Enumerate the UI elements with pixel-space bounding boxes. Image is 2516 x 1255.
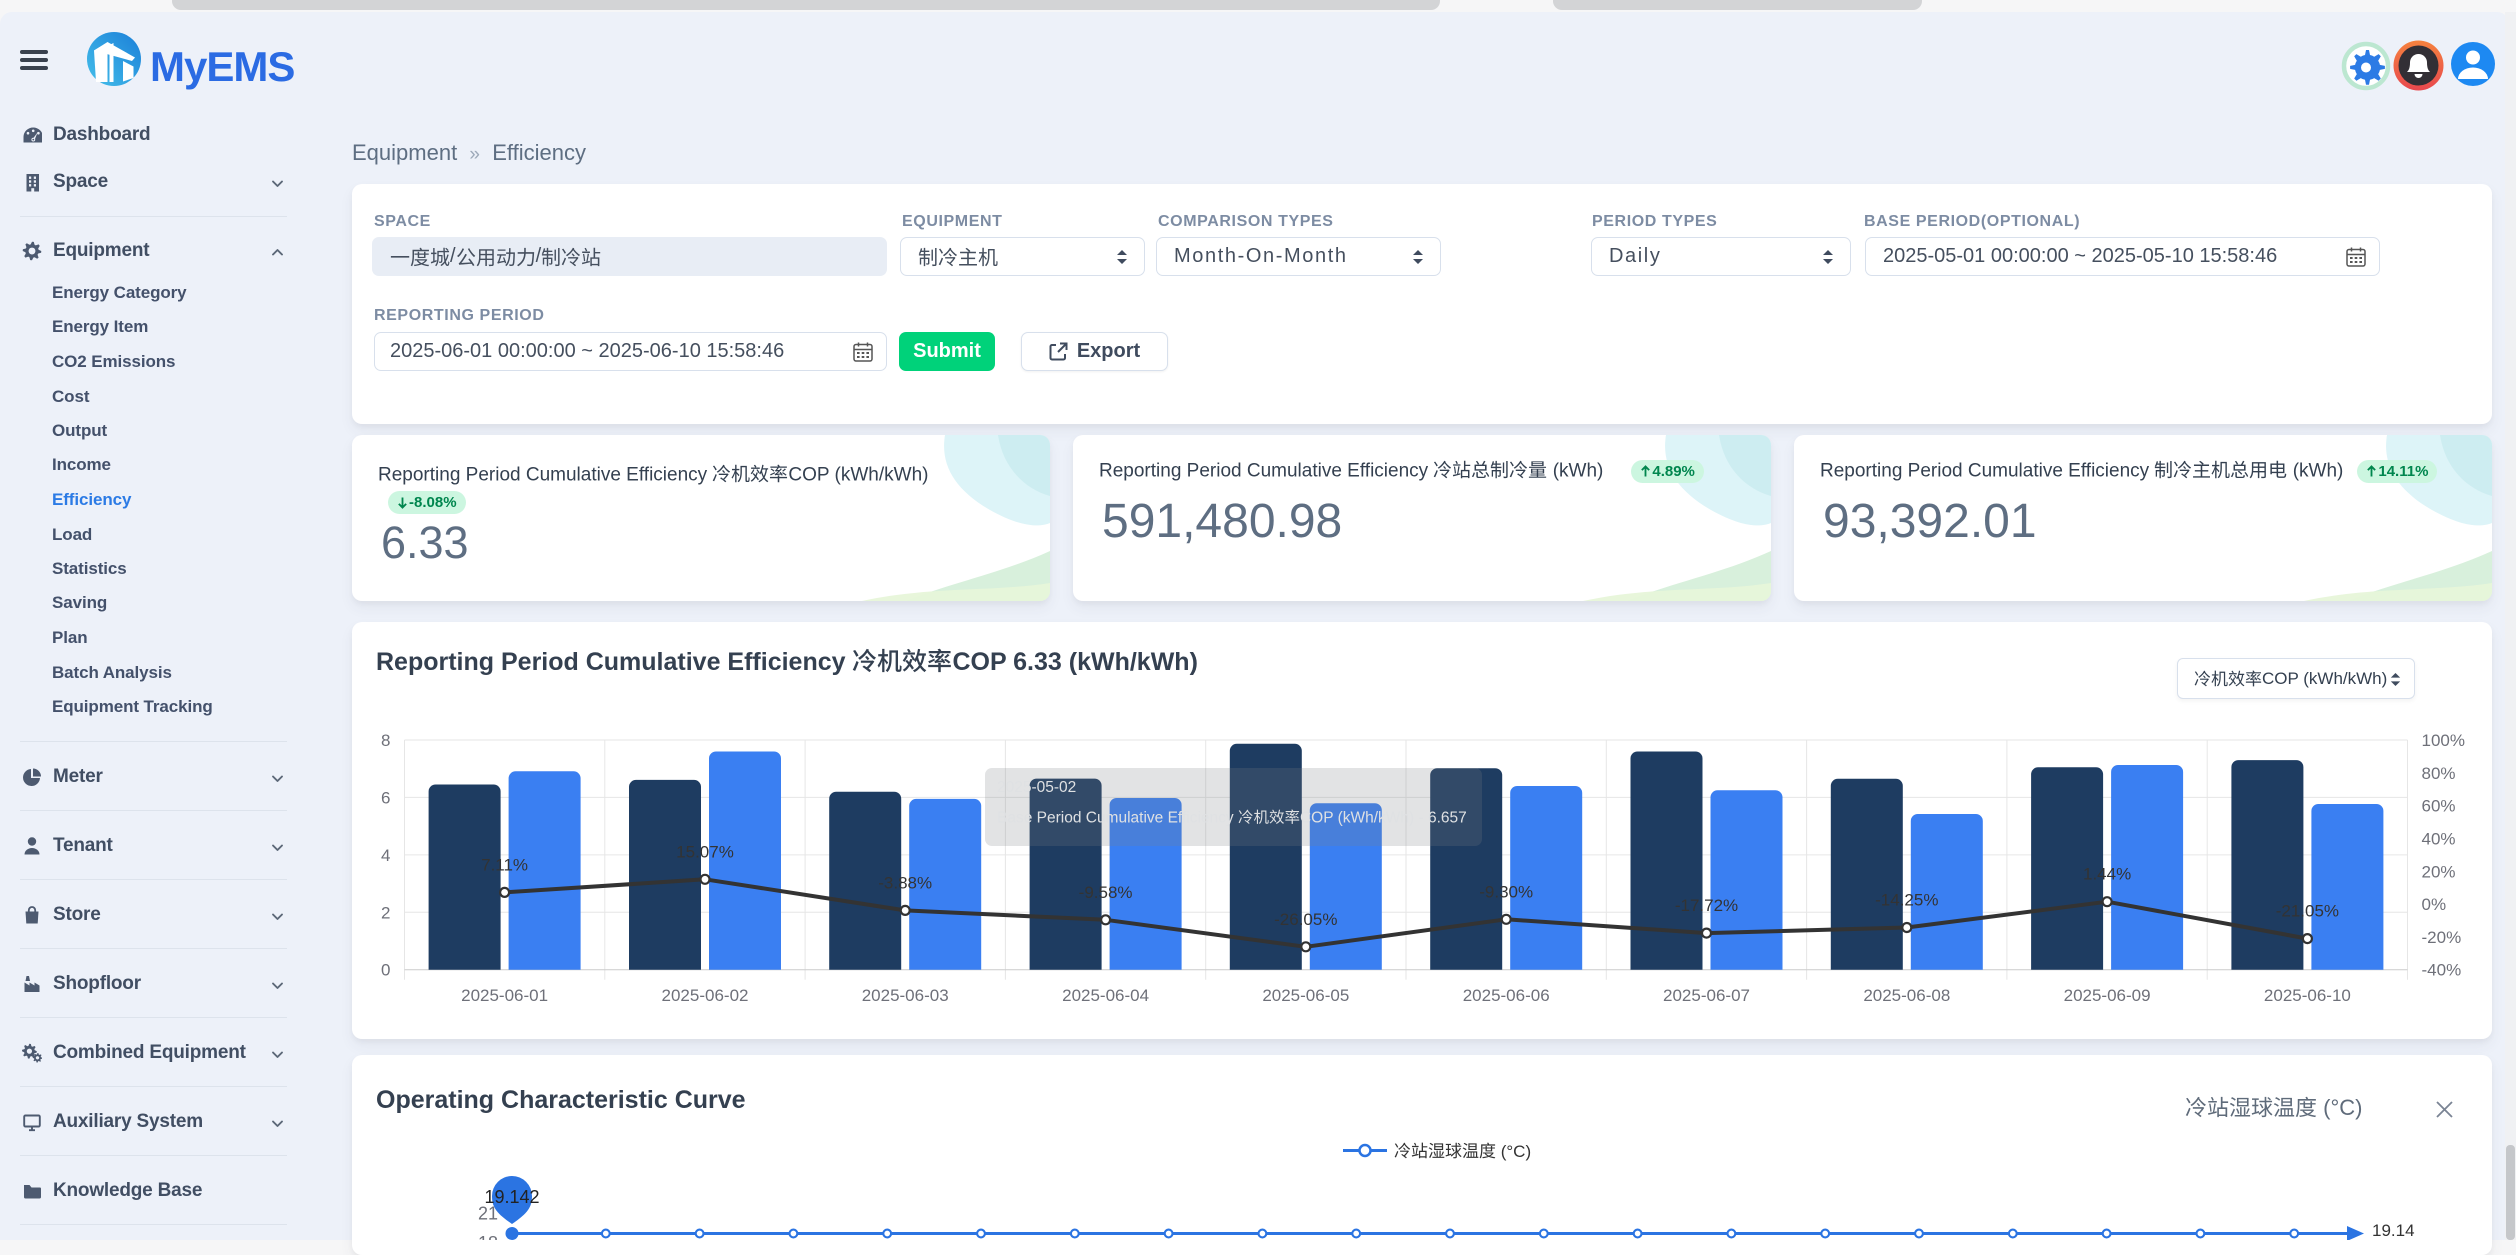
svg-text:-21.05%: -21.05% [2276, 902, 2339, 921]
svg-text:2025-06-10: 2025-06-10 [2264, 986, 2351, 1005]
svg-text:15.07%: 15.07% [676, 842, 734, 861]
svg-text:-9.30%: -9.30% [1479, 882, 1533, 901]
svg-text:-20%: -20% [2422, 928, 2462, 947]
svg-text:-17.72%: -17.72% [1675, 896, 1738, 915]
svg-text:18: 18 [478, 1233, 498, 1240]
svg-text:-26.05%: -26.05% [1274, 910, 1337, 929]
svg-text:60%: 60% [2422, 797, 2456, 816]
svg-text:20%: 20% [2422, 862, 2456, 881]
svg-text:2025-06-07: 2025-06-07 [1663, 986, 1750, 1005]
svg-text:40%: 40% [2422, 829, 2456, 848]
svg-text:4: 4 [381, 846, 390, 865]
svg-text:2025-06-01: 2025-06-01 [461, 986, 548, 1005]
svg-text:2025-06-02: 2025-06-02 [662, 986, 749, 1005]
svg-text:-40%: -40% [2422, 961, 2462, 980]
svg-text:2025-06-03: 2025-06-03 [862, 986, 949, 1005]
svg-text:-14.25%: -14.25% [1875, 891, 1938, 910]
svg-text:2025-06-06: 2025-06-06 [1463, 986, 1550, 1005]
svg-text:2025-06-04: 2025-06-04 [1062, 986, 1149, 1005]
svg-text:2025-06-05: 2025-06-05 [1262, 986, 1349, 1005]
svg-text:2025-06-08: 2025-06-08 [1863, 986, 1950, 1005]
svg-text:2025-06-09: 2025-06-09 [2064, 986, 2151, 1005]
svg-text:6: 6 [381, 788, 390, 807]
svg-text:21: 21 [478, 1204, 498, 1224]
svg-text:7.11%: 7.11% [481, 855, 528, 874]
svg-text:1.44%: 1.44% [2083, 865, 2131, 884]
svg-text:100%: 100% [2422, 731, 2465, 750]
svg-text:2: 2 [381, 903, 390, 922]
svg-text:80%: 80% [2422, 764, 2456, 783]
svg-text:-3.88%: -3.88% [878, 873, 932, 892]
svg-text:8: 8 [381, 731, 390, 750]
svg-text:19.14: 19.14 [2372, 1221, 2415, 1240]
svg-text:0%: 0% [2422, 895, 2447, 914]
svg-text:0: 0 [381, 961, 390, 980]
svg-text:-9.58%: -9.58% [1079, 883, 1133, 902]
